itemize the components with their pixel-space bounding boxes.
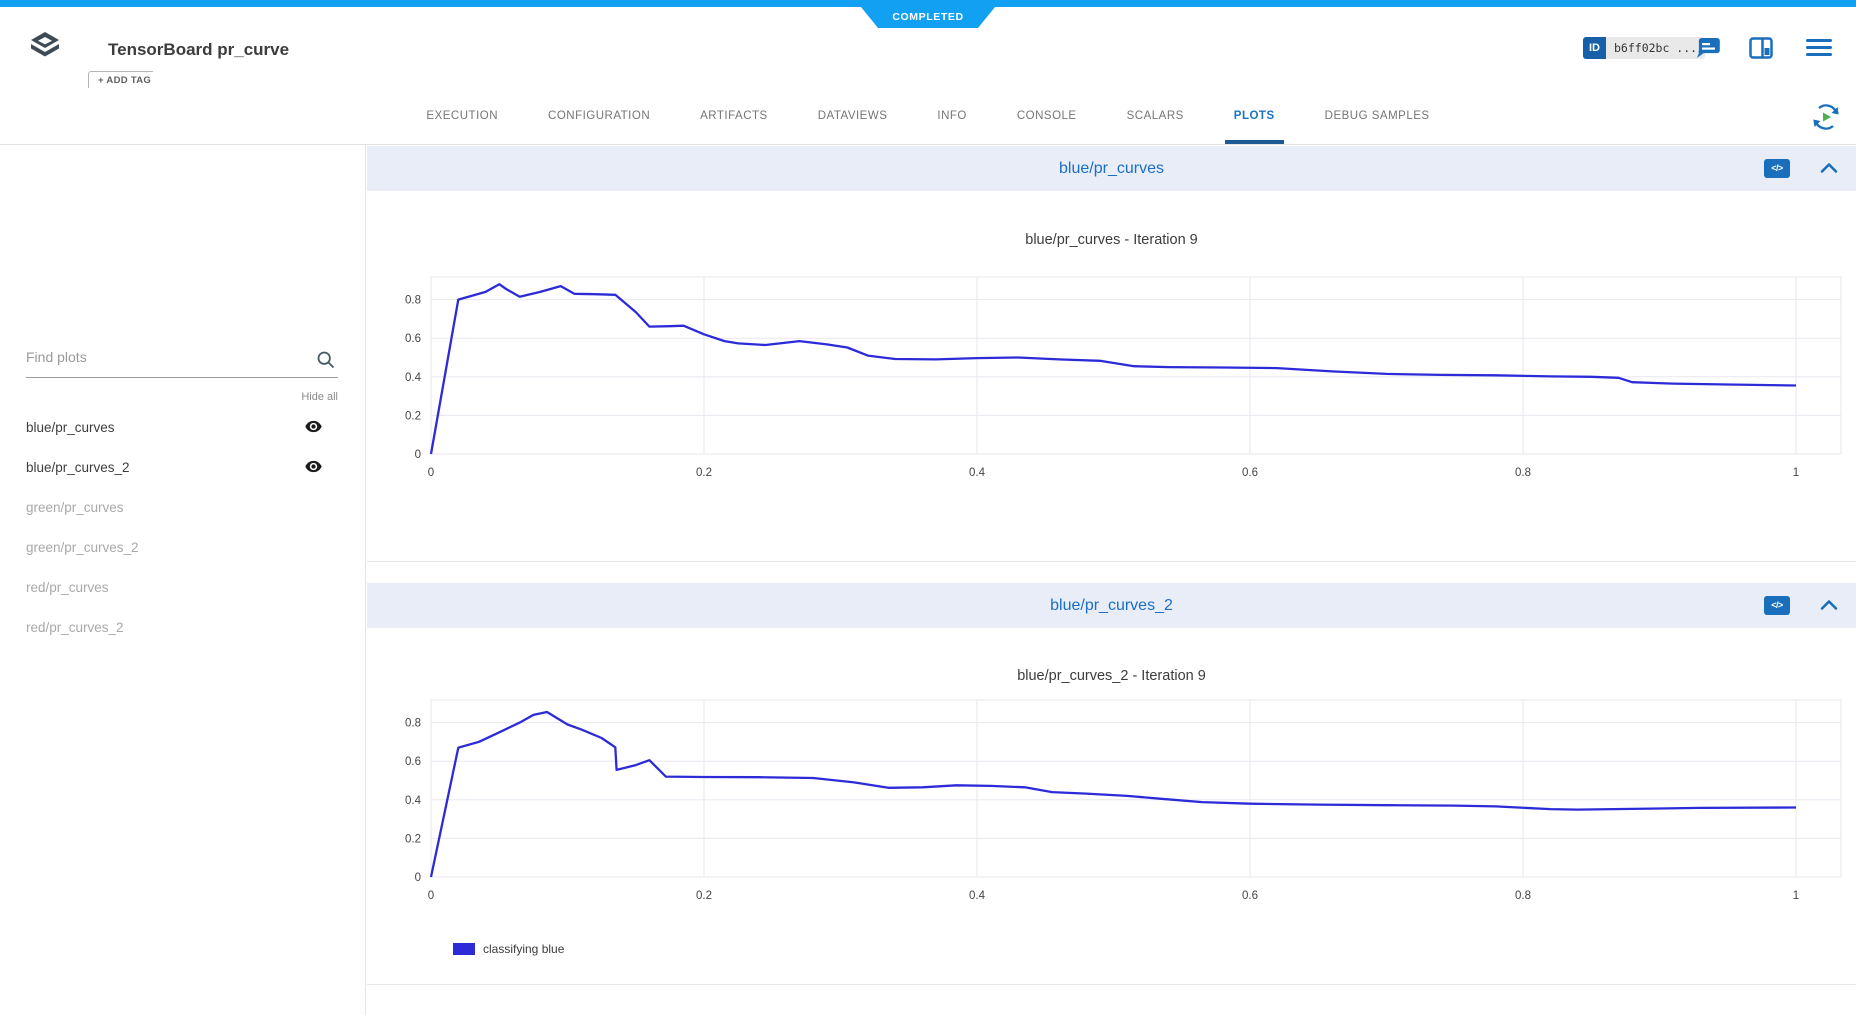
svg-text:0.4: 0.4	[969, 467, 986, 479]
experiment-logo-icon	[30, 31, 60, 59]
svg-text:0.2: 0.2	[405, 833, 421, 845]
plots-sidebar: Hide all blue/pr_curves blue/pr_curves_2…	[0, 145, 366, 1015]
svg-text:0.8: 0.8	[1515, 890, 1531, 902]
menu-icon[interactable]	[1806, 39, 1832, 59]
plot-list-item-green-pr-curves[interactable]: green/pr_curves	[0, 487, 366, 527]
status-badge: COMPLETED	[861, 7, 995, 28]
svg-text:0: 0	[415, 449, 421, 461]
svg-text:0: 0	[428, 890, 434, 902]
refresh-icon[interactable]	[1810, 101, 1842, 133]
panel-header-blue-pr-curves: blue/pr_curves </>	[367, 146, 1856, 191]
plot-list-item-label: red/pr_curves_2	[26, 620, 124, 635]
plot-list-item-blue-pr-curves-2[interactable]: blue/pr_curves_2	[0, 447, 366, 487]
app-root: COMPLETED TensorBoard pr_curve + ADD TAG…	[0, 0, 1856, 1015]
layout-panel-icon[interactable]	[1749, 37, 1773, 59]
tab-debug-samples[interactable]: DEBUG SAMPLES	[1300, 88, 1455, 144]
plot-list-item-blue-pr-curves[interactable]: blue/pr_curves	[0, 407, 366, 447]
tab-scalars[interactable]: SCALARS	[1102, 88, 1209, 144]
svg-text:0.4: 0.4	[405, 372, 422, 384]
tab-plots[interactable]: PLOTS	[1209, 88, 1300, 144]
svg-text:0.2: 0.2	[405, 410, 421, 422]
svg-text:0.8: 0.8	[405, 718, 421, 730]
svg-text:0.6: 0.6	[405, 756, 421, 768]
plot-list-item-red-pr-curves-2[interactable]: red/pr_curves_2	[0, 607, 366, 647]
svg-text:0: 0	[415, 872, 421, 884]
pr-curve-plot[interactable]: 0 0.2 0.4 0.6 0.8 0 0.2 0.4 0.6 0.8 1	[367, 265, 1856, 500]
pr-curve-plot[interactable]: 0 0.2 0.4 0.6 0.8 0 0.2 0.4 0.6 0.8 1	[367, 688, 1856, 923]
visibility-eye-icon[interactable]	[305, 420, 322, 433]
tab-info[interactable]: INFO	[912, 88, 991, 144]
tab-bar: EXECUTION CONFIGURATION ARTIFACTS DATAVI…	[0, 88, 1856, 145]
visibility-eye-icon[interactable]	[305, 460, 322, 473]
find-plots-input[interactable]	[26, 343, 306, 365]
svg-text:0.6: 0.6	[1242, 890, 1258, 902]
plot-list-item-label: green/pr_curves_2	[26, 540, 139, 555]
panel-body-blue-pr-curves: blue/pr_curves - Iteration 9 00.20.40.60…	[367, 191, 1856, 562]
svg-text:0.4: 0.4	[969, 890, 986, 902]
plot-list-item-label: red/pr_curves	[26, 580, 109, 595]
svg-text:0.6: 0.6	[1242, 467, 1258, 479]
plot-list-item-label: green/pr_curves	[26, 500, 124, 515]
plot-list-item-green-pr-curves-2[interactable]: green/pr_curves_2	[0, 527, 366, 567]
svg-text:0.2: 0.2	[696, 890, 712, 902]
legend-label: classifying blue	[483, 942, 564, 956]
svg-text:0.8: 0.8	[405, 295, 421, 307]
svg-text:1: 1	[1793, 467, 1799, 479]
code-icon[interactable]: </>	[1764, 596, 1790, 615]
search-icon	[316, 350, 336, 370]
chart-title: blue/pr_curves_2 - Iteration 9	[367, 668, 1856, 684]
panel-body-blue-pr-curves-2: blue/pr_curves_2 - Iteration 9 0 0.2 0.4 0.…	[367, 628, 1856, 985]
chart-title: blue/pr_curves - Iteration 9	[367, 232, 1856, 248]
svg-text:0.4: 0.4	[405, 795, 422, 807]
code-icon[interactable]: </>	[1764, 159, 1790, 178]
svg-text:0.8: 0.8	[1515, 467, 1531, 479]
plot-list-item-red-pr-curves[interactable]: red/pr_curves	[0, 567, 366, 607]
tab-configuration[interactable]: CONFIGURATION	[523, 88, 675, 144]
experiment-id-value[interactable]: b6ff02bc ...	[1606, 37, 1705, 59]
tab-dataviews[interactable]: DATAVIEWS	[793, 88, 913, 144]
id-badge: ID	[1583, 37, 1606, 59]
chevron-up-icon[interactable]	[1820, 162, 1838, 174]
plot-list-item-label: blue/pr_curves_2	[26, 460, 130, 475]
hide-all-button[interactable]: Hide all	[26, 391, 338, 403]
find-plots-search	[26, 343, 338, 378]
tab-artifacts[interactable]: ARTIFACTS	[675, 88, 793, 144]
experiment-id-group: ID b6ff02bc ...	[1583, 37, 1705, 59]
chevron-up-icon[interactable]	[1820, 599, 1838, 611]
svg-text:0: 0	[428, 467, 434, 479]
svg-text:0.2: 0.2	[696, 467, 712, 479]
panel-title: blue/pr_curves	[1059, 160, 1164, 178]
page-title: TensorBoard pr_curve	[108, 40, 289, 60]
svg-text:0.6: 0.6	[405, 333, 421, 345]
panel-title: blue/pr_curves_2	[1050, 597, 1173, 615]
svg-text:1: 1	[1793, 890, 1799, 902]
tab-execution[interactable]: EXECUTION	[401, 88, 523, 144]
legend-swatch	[453, 943, 475, 955]
tab-console[interactable]: CONSOLE	[992, 88, 1102, 144]
plot-list-item-label: blue/pr_curves	[26, 420, 115, 435]
status-strip	[0, 0, 1856, 7]
legend-item[interactable]: classifying blue	[453, 941, 564, 957]
plot-list: blue/pr_curves blue/pr_curves_2 green/pr…	[0, 407, 366, 647]
comments-icon[interactable]	[1697, 37, 1721, 59]
panel-header-blue-pr-curves-2: blue/pr_curves_2 </>	[367, 583, 1856, 628]
